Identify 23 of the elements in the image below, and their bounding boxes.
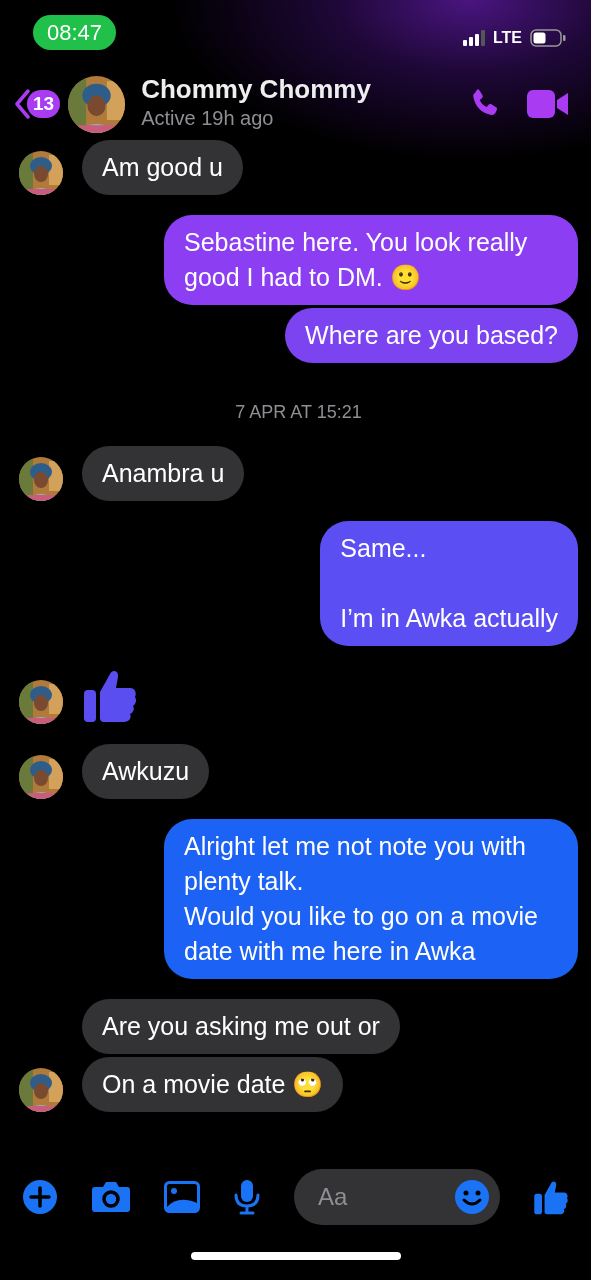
message-bubble: Awkuzu	[82, 744, 210, 799]
battery-icon	[530, 29, 566, 47]
message-bubble: Anambra u	[82, 446, 245, 501]
message-bubble: Sebastine here. You look really good I had to DM. 🙂	[164, 215, 578, 305]
message-bubble: Alright let me not note you with plenty talk. Would you like to go on a movie date with me here in Awka	[164, 819, 578, 979]
chevron-left-icon	[14, 89, 30, 119]
emoji-icon[interactable]	[454, 1179, 490, 1215]
microphone-icon[interactable]	[233, 1179, 261, 1215]
message-bubble: Are you asking me out or	[82, 999, 400, 1054]
image-icon[interactable]	[164, 1181, 200, 1213]
video-camera-icon[interactable]	[527, 89, 569, 119]
date-divider: 7 APR AT 15:21	[234, 401, 363, 424]
add-button[interactable]	[22, 1179, 58, 1215]
status-time: 08:47	[33, 14, 117, 50]
presence-status: Active 19h ago	[141, 106, 275, 132]
message-bubble: Where are you based?	[285, 308, 578, 363]
network-label: LTE	[492, 28, 522, 48]
message-bubble: Am good u	[82, 140, 243, 195]
message-bubble: Same... I’m in Awka actually	[320, 521, 578, 646]
contact-name: Chommy Chommy	[141, 74, 372, 104]
message-field[interactable]: Aa	[294, 1169, 500, 1225]
message-bubble: On a movie date 🙄	[82, 1057, 344, 1112]
camera-icon[interactable]	[91, 1181, 131, 1213]
